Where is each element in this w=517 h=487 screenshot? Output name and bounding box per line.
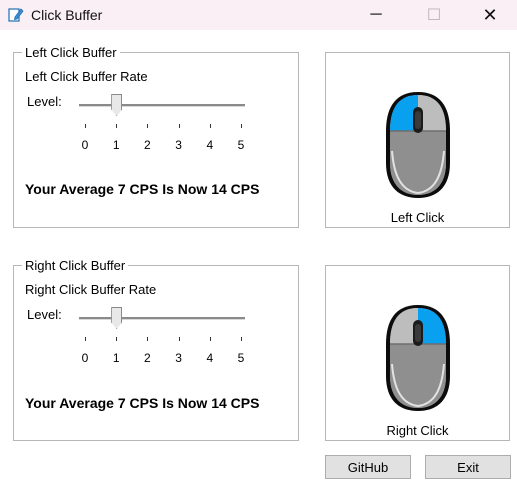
right-slider-track[interactable] (79, 317, 245, 320)
title-bar: Click Buffer ─ ☐ ✕ (0, 0, 517, 30)
slider-tick-label: 2 (144, 138, 151, 152)
left-slider-thumb[interactable] (111, 94, 123, 116)
slider-tick (209, 337, 211, 341)
slider-tick-label: 1 (112, 138, 120, 152)
exit-button[interactable]: Exit (425, 455, 511, 479)
slider-tick (241, 337, 242, 341)
slider-tick-label: 3 (175, 138, 182, 152)
mouse-left-highlight-icon (386, 92, 450, 198)
left-buffer-slider[interactable]: 0 1 2 3 4 5 (14, 53, 300, 173)
left-click-buffer-group: Left Click Buffer Left Click Buffer Rate… (13, 45, 300, 228)
left-click-picture-box: Left Click (325, 52, 510, 228)
left-click-caption: Left Click (390, 210, 445, 225)
slider-tick (147, 124, 149, 128)
slider-tick-label: 4 (206, 138, 214, 152)
slider-tick (178, 124, 180, 128)
slider-tick-label: 3 (175, 351, 182, 365)
close-button[interactable]: ✕ (467, 0, 513, 30)
right-cps-text: Your Average 7 CPS Is Now 14 CPS (25, 395, 260, 411)
right-slider-thumb[interactable] (111, 307, 123, 329)
right-click-picture-box: Right Click (325, 265, 510, 441)
slider-tick (116, 124, 118, 128)
left-cps-text: Your Average 7 CPS Is Now 14 CPS (25, 181, 260, 197)
window-title: Click Buffer (31, 7, 103, 23)
slider-tick-label: 1 (112, 351, 120, 365)
right-click-caption: Right Click (386, 423, 449, 438)
slider-tick (178, 337, 180, 341)
slider-tick (241, 124, 242, 128)
slider-tick-label: 0 (81, 138, 89, 152)
minimize-button[interactable]: ─ (353, 0, 399, 30)
right-click-buffer-group: Right Click Buffer Right Click Buffer Ra… (13, 258, 300, 441)
maximize-button[interactable]: ☐ (411, 0, 457, 30)
slider-tick (147, 337, 149, 341)
slider-tick (85, 124, 86, 128)
slider-tick-label: 5 (237, 351, 245, 365)
github-button[interactable]: GitHub (325, 455, 411, 479)
slider-tick (116, 337, 118, 341)
slider-tick (85, 337, 86, 341)
slider-tick (209, 124, 211, 128)
slider-tick-label: 0 (81, 351, 89, 365)
right-buffer-slider[interactable]: 0 1 2 3 4 5 (14, 266, 300, 386)
slider-tick-label: 4 (206, 351, 214, 365)
mouse-right-highlight-icon (386, 305, 450, 411)
slider-tick-label: 2 (144, 351, 151, 365)
slider-tick-label: 5 (237, 138, 245, 152)
app-pencil-icon (8, 8, 24, 22)
left-slider-track[interactable] (79, 104, 245, 107)
